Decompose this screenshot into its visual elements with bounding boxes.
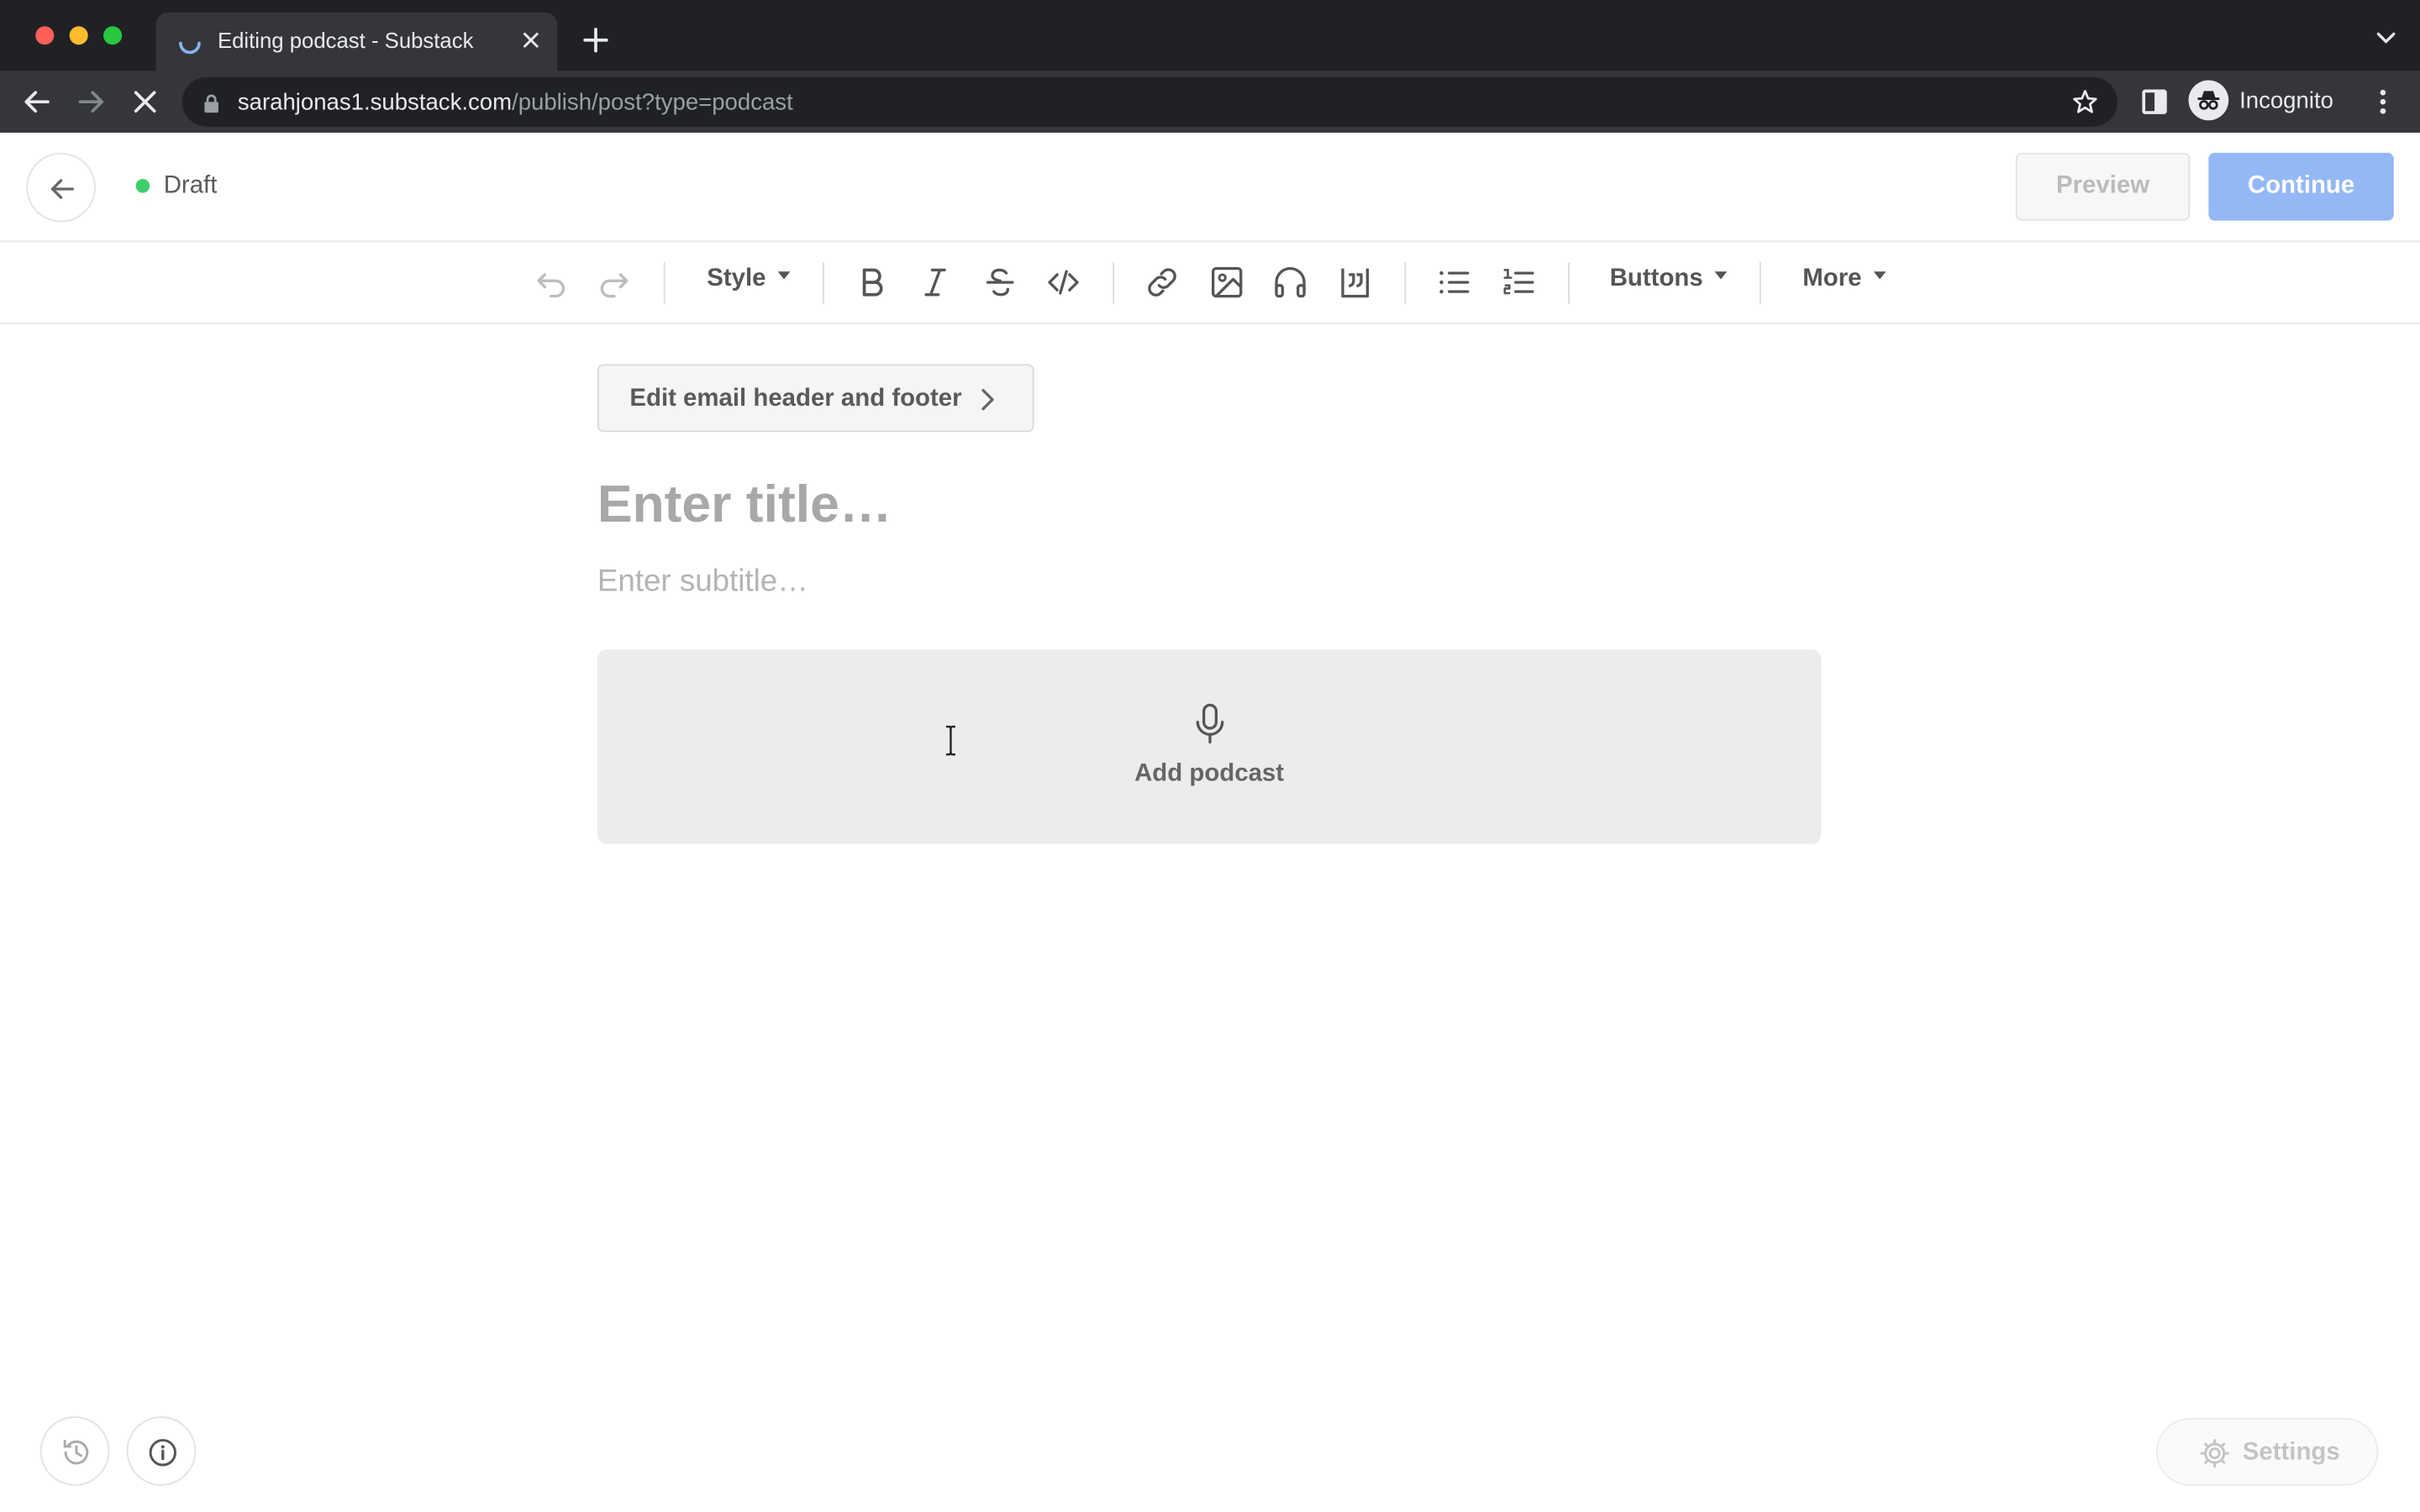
tab-title: Editing podcast - Substack [217,28,474,53]
more-dropdown-label: More [1802,265,1862,292]
toolbar-divider [1568,262,1570,304]
tab-close-icon[interactable] [517,26,544,54]
style-dropdown-label: Style [707,265,766,292]
app-root: Editing podcast - Substack sarahjonas1.s… [0,0,2420,1512]
edit-email-header-footer-button[interactable]: Edit email header and footer [597,364,1034,433]
edit-email-header-footer-label: Edit email header and footer [629,386,962,412]
caret-down-icon [1874,271,1886,280]
editor-toolbar: Style Buttons More [0,242,2420,324]
italic-icon[interactable] [917,264,954,301]
forward-arrow-icon[interactable] [74,85,108,118]
back-button[interactable] [26,152,96,223]
side-panel-icon[interactable] [2139,87,2170,118]
strikethrough-icon[interactable] [981,264,1018,301]
microphone-icon [1196,703,1224,744]
new-tab-icon[interactable] [581,24,612,55]
bullet-list-icon[interactable] [1435,264,1472,301]
window-minimize-button[interactable] [69,26,88,45]
url-path: /publish/post?type=podcast [512,89,793,116]
add-podcast-dropzone[interactable]: Add podcast [597,649,1822,844]
quote-icon[interactable] [1337,264,1374,301]
continue-button[interactable]: Continue [2208,152,2394,221]
toolbar-divider [1759,262,1761,304]
info-icon [149,1439,176,1467]
redo-icon[interactable] [596,264,633,301]
info-button[interactable] [126,1416,197,1486]
status-dot [135,179,150,193]
address-bar[interactable]: sarahjonas1.substack.com/publish/post?ty… [182,76,2118,127]
profile-label: Incognito [2239,87,2333,114]
toolbar-divider [1404,262,1407,304]
browser-toolbar: sarahjonas1.substack.com/publish/post?ty… [0,71,2420,133]
buttons-dropdown-label: Buttons [1609,265,1703,292]
code-icon[interactable] [1044,264,1081,301]
numbered-list-icon[interactable] [1500,264,1537,301]
style-dropdown[interactable]: Style [707,265,791,293]
browser-tab-bar: Editing podcast - Substack [0,0,2420,71]
window-maximize-button[interactable] [103,26,123,45]
browser-tab-active[interactable]: Editing podcast - Substack [155,12,558,71]
bold-icon[interactable] [854,264,891,301]
image-icon[interactable] [1208,264,1245,301]
incognito-icon [2188,80,2229,121]
settings-button[interactable]: Settings [2155,1417,2379,1486]
tab-search-chevron-icon[interactable] [2374,28,2398,50]
text-cursor-icon [945,725,955,756]
url-host: sarahjonas1.substack.com [237,89,513,116]
editor-header: Draft Preview Continue [0,133,2420,243]
toolbar-divider [1113,262,1115,304]
caret-down-icon [1715,271,1728,280]
post-subtitle-input[interactable]: Enter subtitle… [597,564,808,600]
chevron-right-icon [981,389,994,411]
audio-icon[interactable] [1271,264,1308,301]
url-text: sarahjonas1.substack.com/publish/post?ty… [238,90,793,116]
more-dropdown[interactable]: More [1802,265,1886,293]
arrow-left-icon [50,179,74,199]
undo-icon[interactable] [533,264,570,301]
back-arrow-icon[interactable] [20,85,54,118]
add-podcast-label: Add podcast [1134,760,1285,787]
link-icon[interactable] [1144,264,1181,301]
window-close-button[interactable] [35,26,55,45]
post-title-input[interactable]: Enter title… [597,475,892,536]
draft-status-label: Draft [163,172,218,199]
gear-icon [2200,1439,2229,1468]
lock-icon [204,94,218,113]
history-icon [63,1440,89,1465]
toolbar-divider [822,262,824,304]
browser-menu-icon[interactable] [2370,87,2395,118]
caret-down-icon [778,271,791,280]
stop-loading-icon[interactable] [128,85,161,118]
history-button[interactable] [39,1416,110,1486]
settings-label: Settings [2242,1439,2340,1466]
toolbar-divider [663,262,666,304]
buttons-dropdown[interactable]: Buttons [1610,265,1728,293]
preview-button[interactable]: Preview [2015,152,2191,221]
loading-spinner-icon [179,41,201,55]
bookmark-star-icon[interactable] [2071,88,2099,116]
